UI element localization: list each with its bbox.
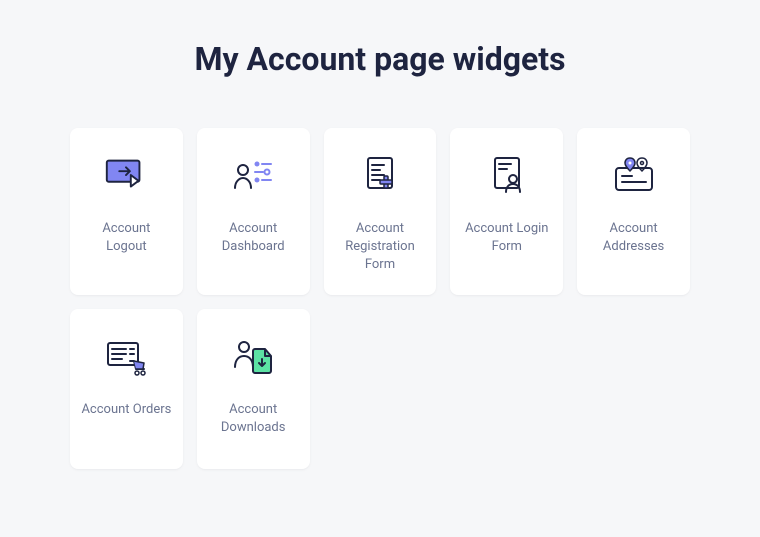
widget-label: Account Addresses	[589, 220, 679, 256]
widget-account-orders[interactable]: Account Orders	[70, 309, 183, 469]
widget-label: Account Dashboard	[208, 220, 298, 256]
widget-account-downloads[interactable]: Account Downloads	[197, 309, 310, 469]
login-form-icon	[483, 152, 531, 200]
widget-account-dashboard[interactable]: Account Dashboard	[197, 128, 310, 295]
widget-account-login-form[interactable]: Account Login Form	[450, 128, 563, 295]
dashboard-icon	[229, 152, 277, 200]
widget-label: Account Registration Form	[335, 220, 425, 275]
widget-label: Account Orders	[81, 401, 171, 419]
widget-account-logout[interactable]: Account Logout	[70, 128, 183, 295]
widget-label: Account Downloads	[208, 401, 298, 437]
registration-form-icon	[356, 152, 404, 200]
widget-grid: Account Logout Account Dashboard	[70, 128, 690, 469]
addresses-icon	[610, 152, 658, 200]
orders-icon	[102, 333, 150, 381]
widget-account-addresses[interactable]: Account Addresses	[577, 128, 690, 295]
logout-icon	[102, 152, 150, 200]
page-title: My Account page widgets	[70, 40, 690, 78]
widget-label: Account Login Form	[462, 220, 552, 256]
widget-label: Account Logout	[81, 220, 171, 256]
widget-account-registration-form[interactable]: Account Registration Form	[324, 128, 437, 295]
downloads-icon	[229, 333, 277, 381]
